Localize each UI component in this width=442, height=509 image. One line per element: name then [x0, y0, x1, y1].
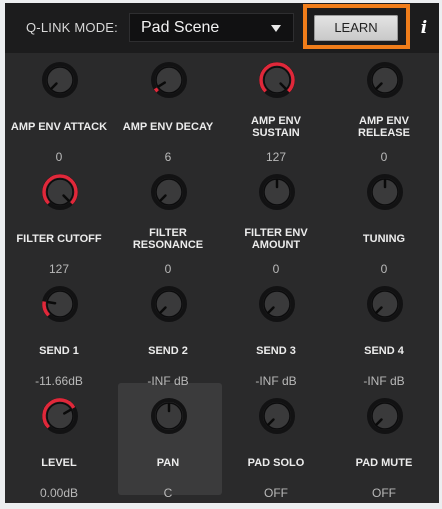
- knob-value: OFF: [264, 486, 288, 500]
- knob-value: 0: [164, 262, 172, 276]
- knob-value: -INF dB: [255, 374, 297, 388]
- knob-cell[interactable]: AMP ENV RELEASE 0: [330, 61, 438, 173]
- learn-button[interactable]: LEARN: [314, 15, 398, 41]
- knob-label: FILTER RESONANCE: [132, 227, 204, 251]
- knob-dial[interactable]: [41, 397, 79, 435]
- knob-value: 0: [380, 150, 388, 164]
- knob-label: SEND 1: [39, 345, 79, 357]
- knob-cell[interactable]: PAN C: [114, 397, 222, 509]
- chevron-down-icon: [271, 25, 281, 32]
- knob-label: TUNING: [362, 233, 406, 245]
- qlink-mode-value: Pad Scene: [141, 19, 220, 36]
- knob-dial[interactable]: [366, 285, 404, 323]
- knob-dial[interactable]: [366, 173, 404, 211]
- knob-dial[interactable]: [258, 397, 296, 435]
- knob-dial[interactable]: [41, 173, 79, 211]
- knob-cell[interactable]: TUNING 0: [330, 173, 438, 285]
- knob-label: LEVEL: [41, 457, 77, 469]
- knob-cell[interactable]: PAD MUTE OFF: [330, 397, 438, 509]
- knob-label: SEND 2: [148, 345, 188, 357]
- knob-value: -11.66dB: [35, 374, 83, 388]
- knob-cell[interactable]: SEND 3 -INF dB: [222, 285, 330, 397]
- knob-dial[interactable]: [150, 61, 188, 99]
- knob-value: 6: [164, 150, 172, 164]
- knob-dial[interactable]: [41, 61, 79, 99]
- knob-cell[interactable]: AMP ENV SUSTAIN 127: [222, 61, 330, 173]
- knob-cell[interactable]: FILTER ENV AMOUNT 0: [222, 173, 330, 285]
- knob-cell[interactable]: SEND 4 -INF dB: [330, 285, 438, 397]
- knob-value-arc: [153, 87, 159, 93]
- knob-label: SEND 3: [256, 345, 296, 357]
- knob-value: 127: [265, 150, 287, 164]
- knob-dial[interactable]: [150, 397, 188, 435]
- knob-label: PAN: [156, 457, 180, 469]
- knob-value: 0: [272, 262, 280, 276]
- knob-cell[interactable]: LEVEL 0.00dB: [5, 397, 113, 509]
- knob-cell[interactable]: AMP ENV DECAY 6: [114, 61, 222, 173]
- knob-value: 0.00dB: [39, 486, 79, 500]
- knob-label: AMP ENV DECAY: [122, 121, 214, 133]
- qlink-panel: Q-LINK MODE: Pad Scene LEARN i AMP ENV A…: [5, 3, 439, 503]
- knob-label: PAD MUTE: [355, 457, 413, 469]
- qlink-mode-label: Q-LINK MODE:: [26, 20, 118, 35]
- qlink-header: Q-LINK MODE: Pad Scene LEARN i: [5, 3, 439, 53]
- knob-dial[interactable]: [258, 285, 296, 323]
- knob-cell[interactable]: AMP ENV ATTACK 0: [5, 61, 113, 173]
- knob-label: AMP ENV SUSTAIN: [251, 115, 301, 139]
- knob-cell[interactable]: FILTER RESONANCE 0: [114, 173, 222, 285]
- knob-value: -INF dB: [363, 374, 405, 388]
- knob-label: AMP ENV ATTACK: [10, 121, 108, 133]
- knob-label: PAD SOLO: [247, 457, 305, 469]
- knob-value: 0: [380, 262, 388, 276]
- knob-dial[interactable]: [41, 285, 79, 323]
- knob-cell[interactable]: FILTER CUTOFF 127: [5, 173, 113, 285]
- knob-label: FILTER CUTOFF: [16, 233, 102, 245]
- knob-cell[interactable]: SEND 2 -INF dB: [114, 285, 222, 397]
- knob-dial[interactable]: [258, 173, 296, 211]
- knob-value: C: [163, 486, 173, 500]
- knob-label: AMP ENV RELEASE: [358, 115, 410, 139]
- knob-label: SEND 4: [364, 345, 404, 357]
- knob-cell[interactable]: SEND 1 -11.66dB: [5, 285, 113, 397]
- knob-cell[interactable]: PAD SOLO OFF: [222, 397, 330, 509]
- info-icon[interactable]: i: [416, 17, 432, 39]
- knob-label: FILTER ENV AMOUNT: [244, 227, 308, 251]
- knob-dial[interactable]: [258, 61, 296, 99]
- knob-dial[interactable]: [366, 61, 404, 99]
- knob-pointer: [46, 300, 57, 305]
- knob-value: OFF: [372, 486, 396, 500]
- knob-dial[interactable]: [366, 397, 404, 435]
- knob-value: 127: [48, 262, 70, 276]
- qlink-mode-dropdown[interactable]: Pad Scene: [129, 13, 294, 42]
- knob-dial[interactable]: [150, 285, 188, 323]
- knob-dial[interactable]: [150, 173, 188, 211]
- knob-value: 0: [55, 150, 63, 164]
- knob-value: -INF dB: [147, 374, 189, 388]
